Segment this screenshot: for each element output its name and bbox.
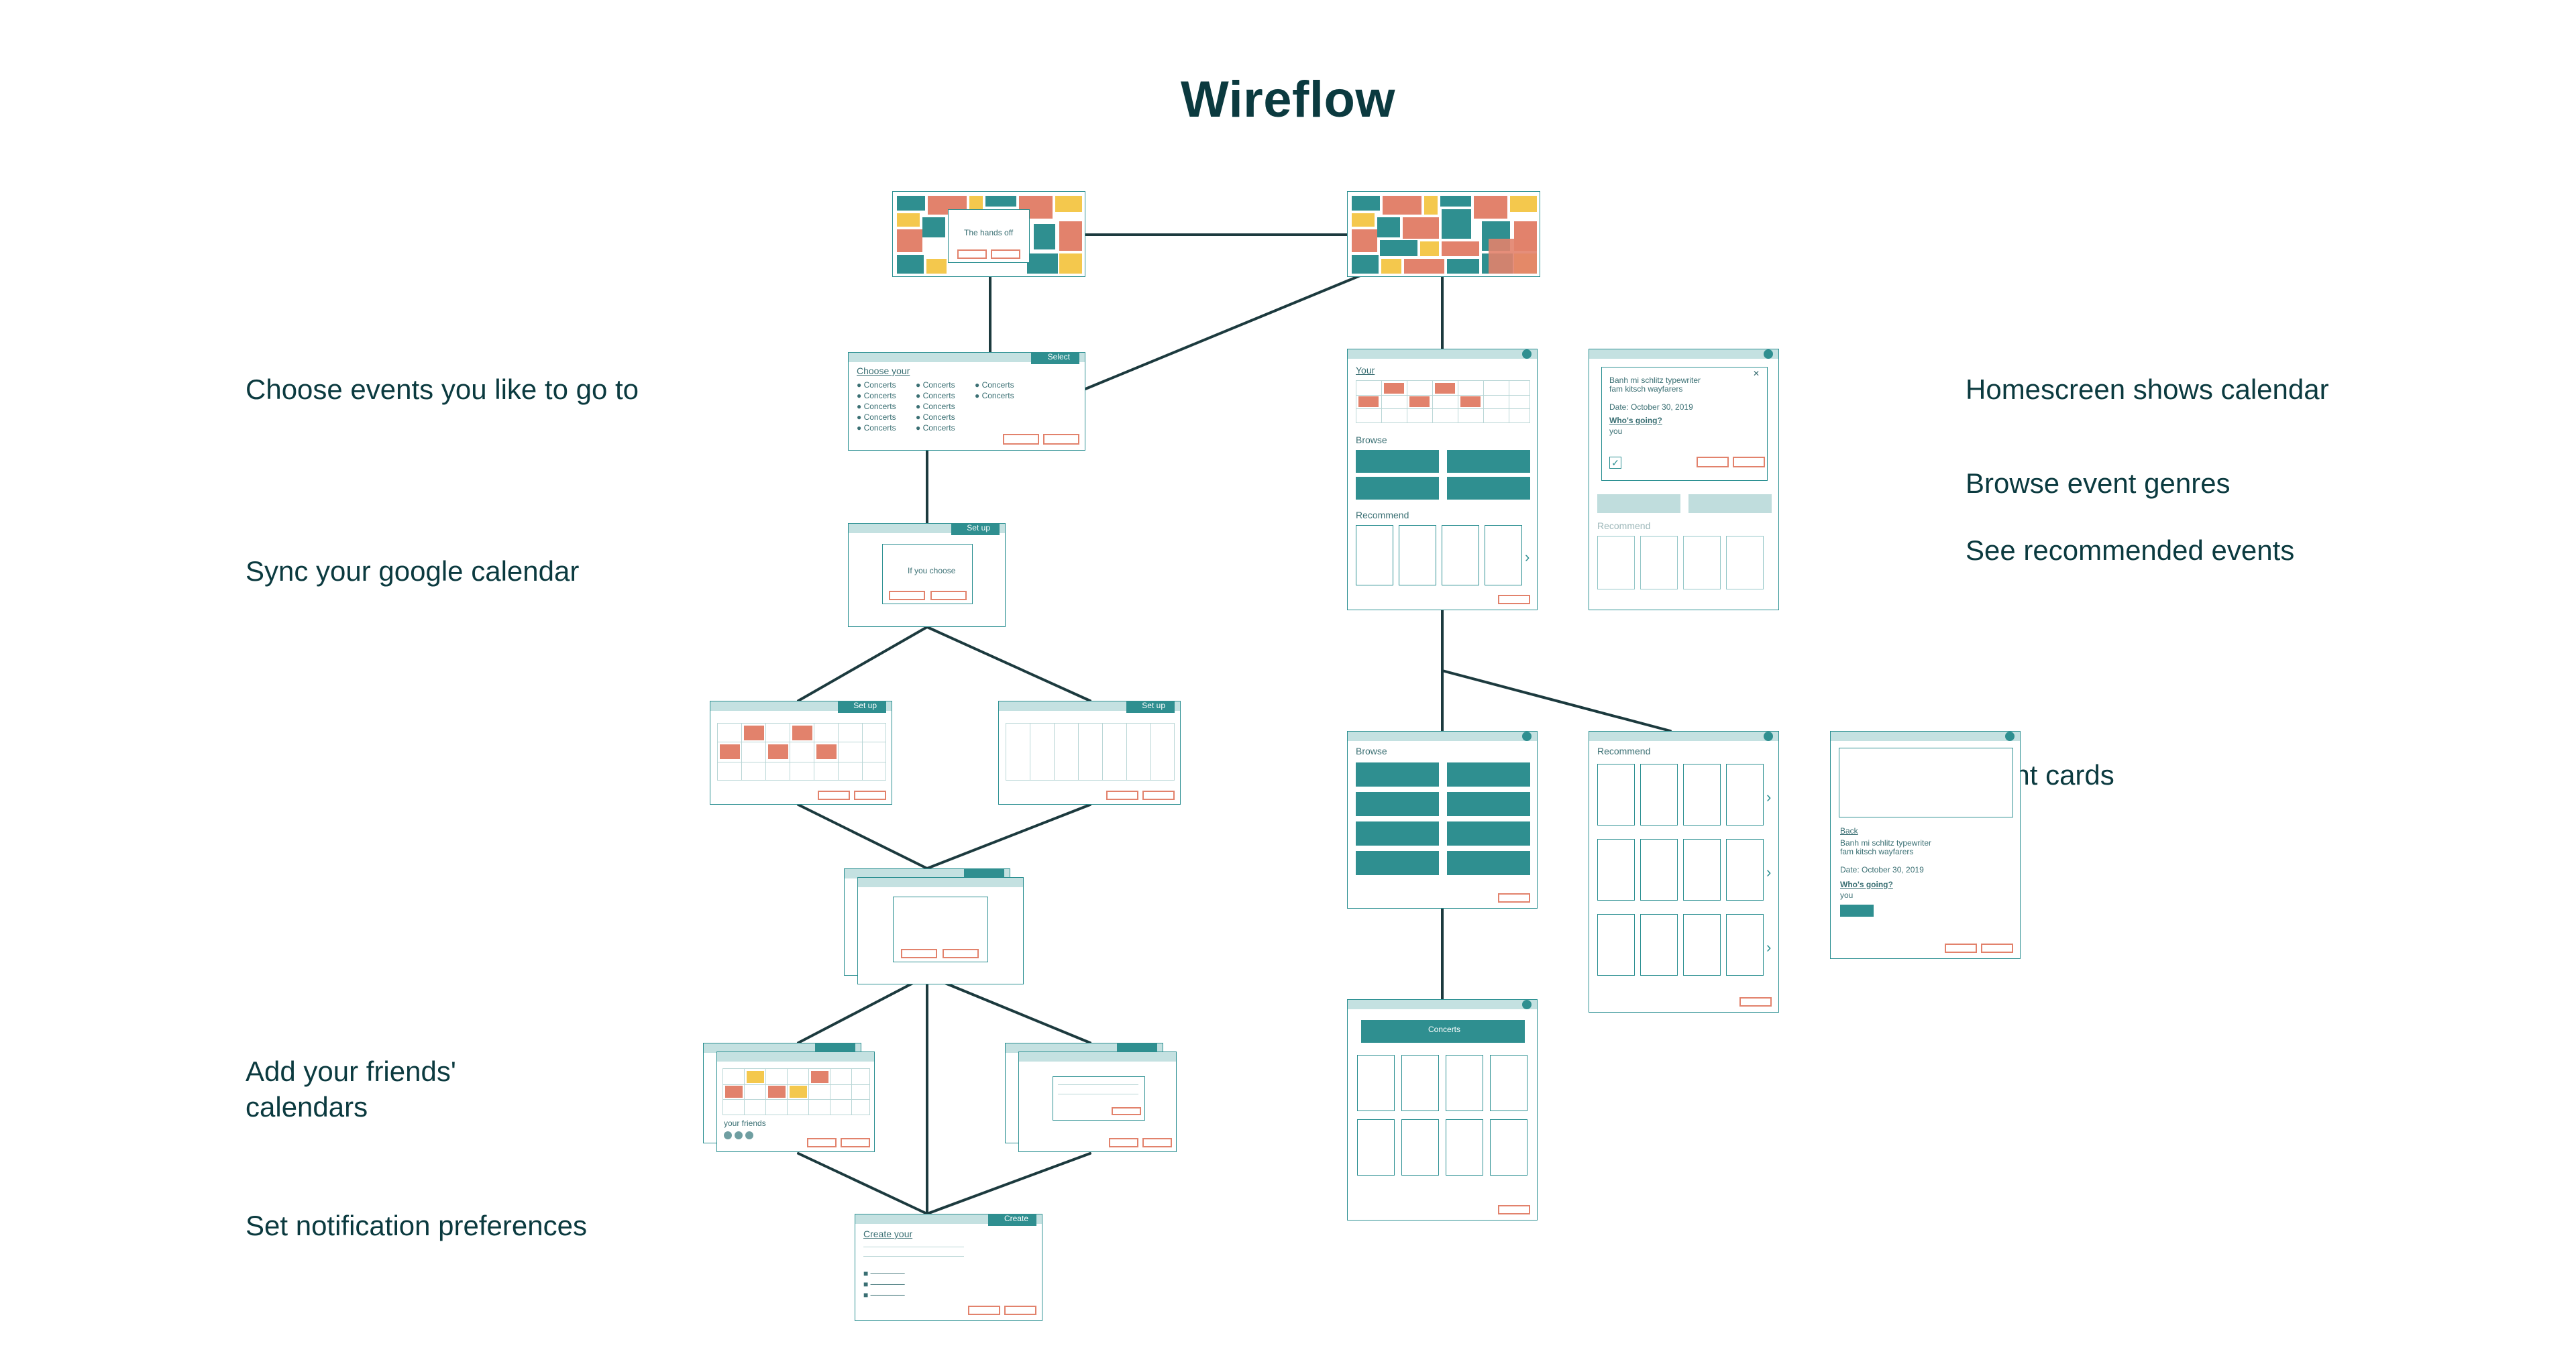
home-your-label: Your	[1356, 365, 1375, 376]
wireframe-concerts: Concerts	[1347, 999, 1538, 1220]
setup-pill-label: Set up	[967, 524, 990, 532]
page-title: Wireflow	[0, 70, 2576, 129]
wireframe-friends-left: your friends	[716, 1052, 875, 1152]
home-browse-label: Browse	[1356, 435, 1387, 445]
annotation-browse-genres: Browse event genres	[1966, 466, 2231, 502]
wireframe-friends-right	[1018, 1052, 1177, 1152]
wireframe-landing	[1347, 191, 1540, 277]
your-friends-label: your friends	[724, 1119, 766, 1128]
home-recommend-label: Recommend	[1356, 510, 1409, 520]
annotation-see-recommended: See recommended events	[1966, 533, 2294, 569]
annotation-set-notifications: Set notification preferences	[246, 1208, 587, 1244]
wireframe-landing-popup: The hands off	[892, 191, 1085, 277]
wireframe-recommend: Recommend › › ›	[1589, 731, 1779, 1013]
event-title: Banh mi schlitz typewriter fam kitsch wa…	[1609, 376, 1701, 393]
recommend-header: Recommend	[1597, 746, 1650, 756]
choose-header: Choose your	[857, 366, 910, 376]
annotation-choose-events: Choose events you like to go to	[246, 372, 639, 408]
event-you: you	[1609, 427, 1622, 436]
wireframe-homescreen: Your Browse Recommend ›	[1347, 349, 1538, 610]
wireframe-choose-events: Select Choose your ● Concerts ● Concerts…	[848, 352, 1085, 451]
wireframe-browse: Browse	[1347, 731, 1538, 909]
create-header: Create your	[863, 1229, 912, 1239]
wireflow-diagram: Wireflow Choose events you like to go to…	[0, 0, 2576, 1364]
wireframe-event-detail: Back Banh mi schlitz typewriter fam kits…	[1830, 731, 2021, 959]
popup-text: The hands off	[964, 229, 1013, 237]
select-pill-label: Select	[1048, 353, 1070, 361]
event-date: Date: October 30, 2019	[1609, 403, 1693, 412]
wireframe-stack-front	[857, 877, 1024, 984]
wireframe-calendar-filled: Set up	[710, 701, 892, 805]
create-pill-label: Create	[1004, 1214, 1028, 1223]
event-back: Back	[1840, 827, 1858, 836]
event-whos-going: Who's going?	[1609, 416, 1662, 425]
annotation-sync-calendar: Sync your google calendar	[246, 554, 579, 589]
annotation-homescreen: Homescreen shows calendar	[1966, 372, 2329, 408]
wireframe-homescreen-popup: ✕ Banh mi schlitz typewriter fam kitsch …	[1589, 349, 1779, 610]
wireframe-sync-calendar: Set up If you choose	[848, 523, 1006, 627]
concerts-pill: Concerts	[1428, 1025, 1460, 1034]
browse-header: Browse	[1356, 746, 1387, 756]
wireframe-create-prefs: Create Create your ■ ────── ■ ────── ■ ─…	[855, 1214, 1042, 1321]
annotation-add-friends: Add your friends' calendars	[246, 1054, 456, 1125]
sync-popup-text: If you choose	[908, 567, 955, 575]
wireframe-calendar-empty: Set up	[998, 701, 1181, 805]
connectors	[0, 0, 2576, 1364]
